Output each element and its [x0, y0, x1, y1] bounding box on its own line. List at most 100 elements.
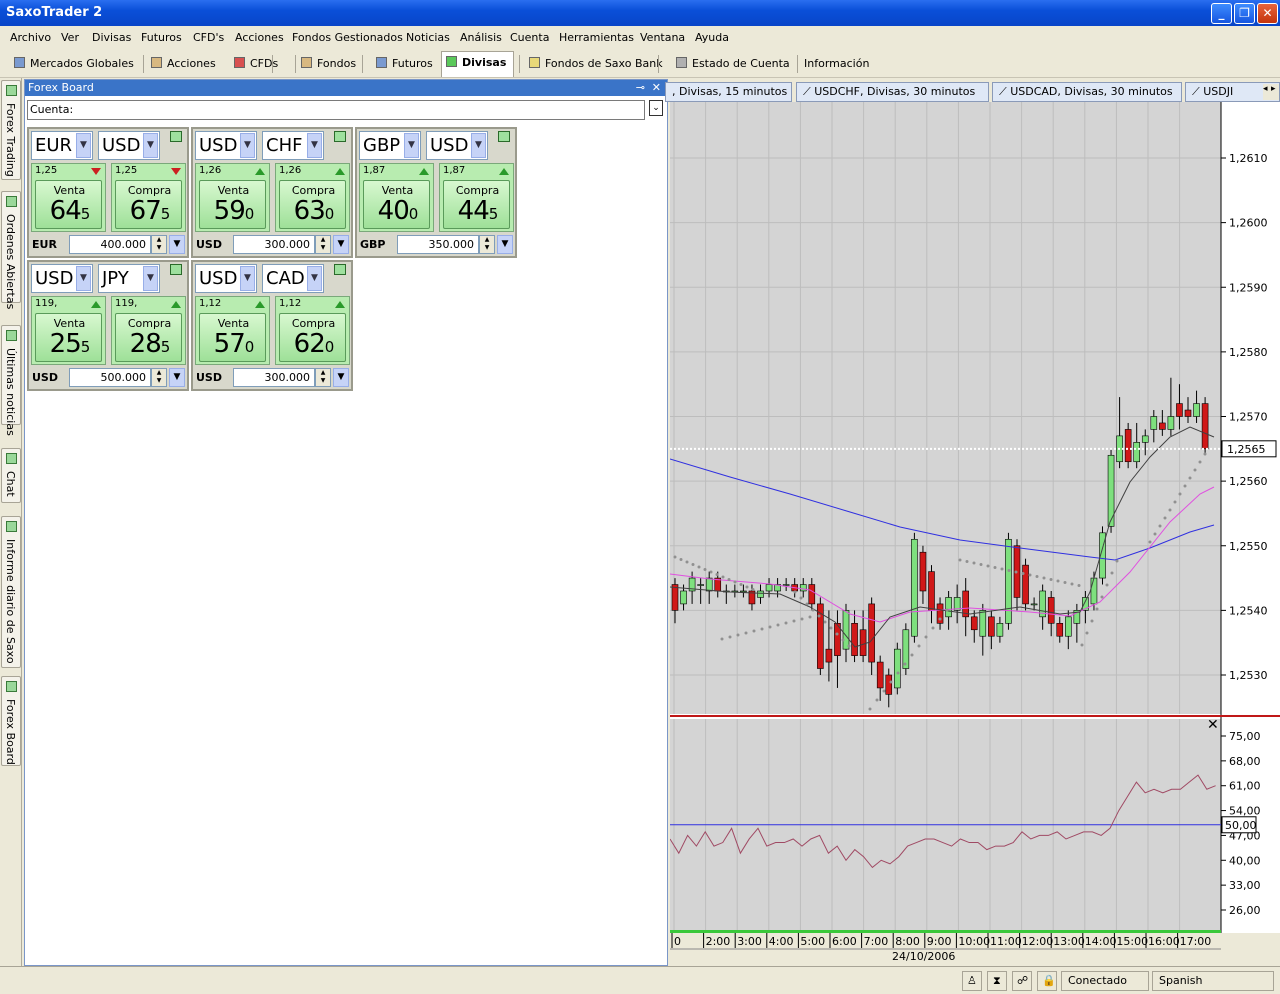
price-chart[interactable]: 1,2610 1,2600 1,2590 1,2580 1,2570 1,2560 1,25…	[669, 102, 1280, 966]
side-tab-1[interactable]: Ordenes Abiertas	[1, 191, 21, 309]
quote-currency-select[interactable]: USD ▼	[98, 131, 160, 160]
chevron-down-icon[interactable]: ▼	[76, 133, 91, 158]
buy-price-button[interactable]: 1,12 Compra 620	[275, 296, 350, 365]
menu-4[interactable]: CFD's	[193, 31, 224, 44]
menu-5[interactable]: Acciones	[235, 31, 284, 44]
tile-menu-icon[interactable]	[334, 131, 346, 142]
quote-currency-select[interactable]: CHF ▼	[262, 131, 324, 160]
buy-price-button[interactable]: 1,87 Compra 445	[439, 163, 514, 232]
sell-price-panel[interactable]: Venta 255	[35, 313, 102, 362]
sell-price-panel[interactable]: Venta 400	[363, 180, 430, 229]
chart-tab-2[interactable]: ⟋ USDCAD, Divisas, 30 minutos	[992, 82, 1182, 102]
close-panel-icon[interactable]: ✕	[652, 80, 661, 96]
sell-price-button[interactable]: 119, Venta 255	[31, 296, 106, 365]
tab-fondos-de-saxo-bank[interactable]: Fondos de Saxo Bank	[525, 53, 663, 75]
amount-input[interactable]: 400.000	[69, 235, 151, 254]
menu-12[interactable]: Ayuda	[695, 31, 729, 44]
menu-9[interactable]: Cuenta	[510, 31, 549, 44]
tab-mercados-globales[interactable]: Mercados Globales	[10, 53, 138, 75]
buy-price-panel[interactable]: Compra 675	[115, 180, 182, 229]
chart-tabs-scroll-left[interactable]: ◂	[1263, 84, 1271, 100]
minimize-button[interactable]: _	[1211, 3, 1232, 24]
chevron-down-icon[interactable]: ▼	[143, 266, 158, 291]
amount-stepper[interactable]: ▲ ▼	[151, 235, 167, 254]
quote-currency-select[interactable]: CAD ▼	[262, 264, 324, 293]
quote-currency-select[interactable]: JPY ▼	[98, 264, 160, 293]
chevron-down-icon[interactable]: ▼	[76, 266, 91, 291]
side-tab-2[interactable]: Últimas noticias	[1, 325, 21, 436]
amount-stepper[interactable]: ▲ ▼	[151, 368, 167, 387]
account-dropdown-button[interactable]: ⌄	[649, 100, 663, 116]
sell-price-panel[interactable]: Venta 590	[199, 180, 266, 229]
chevron-down-icon[interactable]: ▼	[307, 133, 322, 158]
side-tab-5[interactable]: Forex Board	[1, 676, 21, 766]
amount-dropdown-button[interactable]: ▼	[333, 368, 349, 387]
tab-cfds[interactable]: CFDs	[230, 53, 290, 75]
amount-input[interactable]: 350.000	[397, 235, 479, 254]
chevron-down-icon[interactable]: ▼	[471, 133, 486, 158]
buy-price-panel[interactable]: Compra 620	[279, 313, 346, 362]
close-button[interactable]: ✕	[1257, 3, 1278, 24]
amount-dropdown-button[interactable]: ▼	[333, 235, 349, 254]
chevron-down-icon[interactable]: ▼	[404, 133, 419, 158]
amount-input[interactable]: 300.000	[233, 368, 315, 387]
chevron-down-icon[interactable]: ▼	[307, 266, 322, 291]
chevron-down-icon[interactable]: ▼	[143, 133, 158, 158]
chevron-down-icon[interactable]: ▼	[240, 133, 255, 158]
account-field[interactable]: Cuenta:	[27, 100, 645, 120]
tile-menu-icon[interactable]	[334, 264, 346, 275]
hourglass-icon[interactable]: ⧗	[987, 971, 1007, 991]
tab-fondos[interactable]: Fondos	[297, 53, 357, 75]
base-currency-select[interactable]: EUR ▼	[31, 131, 93, 160]
buy-price-panel[interactable]: Compra 630	[279, 180, 346, 229]
side-tab-0[interactable]: Forex Trading	[1, 80, 21, 180]
buy-price-panel[interactable]: Compra 285	[115, 313, 182, 362]
menu-2[interactable]: Divisas	[92, 31, 131, 44]
amount-dropdown-button[interactable]: ▼	[169, 235, 185, 254]
base-currency-select[interactable]: USD ▼	[195, 131, 257, 160]
base-currency-select[interactable]: USD ▼	[195, 264, 257, 293]
pin-icon[interactable]: ⊸	[636, 80, 645, 96]
amount-dropdown-button[interactable]: ▼	[169, 368, 185, 387]
sell-price-panel[interactable]: Venta 570	[199, 313, 266, 362]
menu-7[interactable]: Noticias	[406, 31, 450, 44]
quote-currency-select[interactable]: USD ▼	[426, 131, 488, 160]
tile-menu-icon[interactable]	[170, 264, 182, 275]
tile-menu-icon[interactable]	[170, 131, 182, 142]
chevron-down-icon[interactable]: ▼	[240, 266, 255, 291]
side-tab-3[interactable]: Chat	[1, 448, 21, 503]
menu-3[interactable]: Futuros	[141, 31, 182, 44]
base-currency-select[interactable]: GBP ▼	[359, 131, 421, 160]
buy-price-button[interactable]: 1,26 Compra 630	[275, 163, 350, 232]
menu-0[interactable]: Archivo	[10, 31, 51, 44]
sell-price-button[interactable]: 1,87 Venta 400	[359, 163, 434, 232]
chart-svg[interactable]: 1,2610 1,2600 1,2590 1,2580 1,2570 1,2560 1,25…	[669, 102, 1280, 966]
buy-price-panel[interactable]: Compra 445	[443, 180, 510, 229]
tab-divisas[interactable]: Divisas	[441, 51, 514, 77]
sell-price-button[interactable]: 1,25 Venta 645	[31, 163, 106, 232]
menu-10[interactable]: Herramientas	[559, 31, 634, 44]
buy-price-button[interactable]: 1,25 Compra 675	[111, 163, 186, 232]
menu-11[interactable]: Ventana	[640, 31, 685, 44]
tab-estado-de-cuenta[interactable]: Estado de Cuenta	[672, 53, 792, 75]
chart-tabs-scroll-right[interactable]: ▸	[1271, 84, 1279, 100]
chart-tab-0[interactable]: , Divisas, 15 minutos	[665, 82, 792, 102]
tab-informaci-n[interactable]: Información	[800, 53, 875, 75]
sell-price-button[interactable]: 1,12 Venta 570	[195, 296, 270, 365]
buy-price-button[interactable]: 119, Compra 285	[111, 296, 186, 365]
amount-dropdown-button[interactable]: ▼	[497, 235, 513, 254]
chart-tab-1[interactable]: ⟋ USDCHF, Divisas, 30 minutos	[796, 82, 989, 102]
sell-price-panel[interactable]: Venta 645	[35, 180, 102, 229]
amount-stepper[interactable]: ▲ ▼	[315, 368, 331, 387]
amount-input[interactable]: 300.000	[233, 235, 315, 254]
sell-price-button[interactable]: 1,26 Venta 590	[195, 163, 270, 232]
amount-input[interactable]: 500.000	[69, 368, 151, 387]
network-icon[interactable]: ☍	[1012, 971, 1032, 991]
close-indicator-icon[interactable]: ✕	[1207, 717, 1219, 733]
menu-1[interactable]: Ver	[61, 31, 79, 44]
amount-stepper[interactable]: ▲ ▼	[479, 235, 495, 254]
amount-stepper[interactable]: ▲ ▼	[315, 235, 331, 254]
lock-user-icon[interactable]: ♙	[962, 971, 982, 991]
tile-menu-icon[interactable]	[498, 131, 510, 142]
tab-futuros[interactable]: Futuros	[372, 53, 438, 75]
